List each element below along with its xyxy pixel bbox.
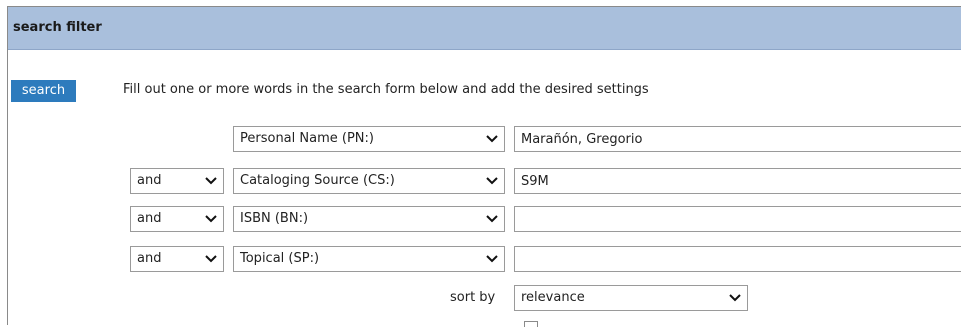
instructions-text: Fill out one or more words in the search… [123, 82, 649, 97]
chevron-down-icon [485, 169, 499, 193]
search-term-input-row-4[interactable] [514, 246, 961, 272]
chevron-down-icon [728, 286, 742, 310]
operator-select-value: and [137, 251, 162, 266]
field-select-row-1[interactable]: Personal Name (PN:) [233, 126, 505, 152]
checkbox[interactable] [524, 321, 538, 327]
operator-select-row-2[interactable]: and [130, 168, 224, 194]
sort-select-value: relevance [521, 290, 585, 305]
search-term-input-row-1[interactable] [514, 126, 961, 152]
panel-header: search filter [8, 7, 961, 50]
chevron-down-icon [485, 127, 499, 151]
search-term-input-row-3[interactable] [514, 206, 961, 232]
search-filter-panel [7, 6, 961, 325]
search-button[interactable]: search [11, 80, 76, 102]
chevron-down-icon [204, 169, 218, 193]
field-select-value: Cataloging Source (CS:) [240, 173, 395, 188]
field-select-value: ISBN (BN:) [240, 211, 309, 226]
operator-select-value: and [137, 211, 162, 226]
field-select-value: Personal Name (PN:) [240, 131, 374, 146]
sort-by-label: sort by [450, 290, 496, 305]
field-select-row-2[interactable]: Cataloging Source (CS:) [233, 168, 505, 194]
operator-select-row-3[interactable]: and [130, 206, 224, 232]
sort-select[interactable]: relevance [514, 285, 748, 311]
panel-title: search filter [13, 20, 102, 35]
field-select-row-3[interactable]: ISBN (BN:) [233, 206, 505, 232]
field-select-value: Topical (SP:) [240, 251, 320, 266]
operator-select-row-4[interactable]: and [130, 246, 224, 272]
operator-select-value: and [137, 173, 162, 188]
chevron-down-icon [204, 247, 218, 271]
chevron-down-icon [204, 207, 218, 231]
chevron-down-icon [485, 247, 499, 271]
field-select-row-4[interactable]: Topical (SP:) [233, 246, 505, 272]
search-term-input-row-2[interactable] [514, 168, 961, 194]
chevron-down-icon [485, 207, 499, 231]
